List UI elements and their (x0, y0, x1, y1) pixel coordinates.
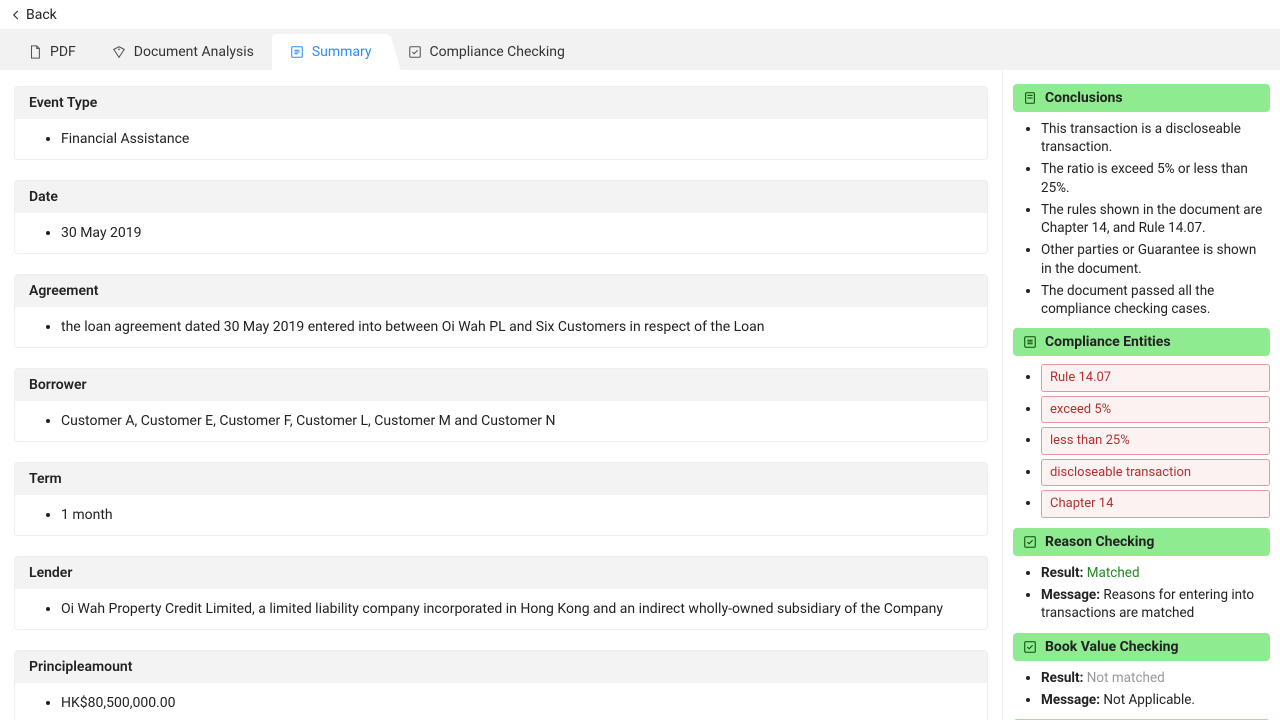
entity-item: discloseable transaction (1041, 459, 1270, 487)
tab-document-analysis[interactable]: Document Analysis (94, 34, 272, 70)
entities-header: Compliance Entities (1013, 328, 1270, 356)
result-value: Matched (1087, 565, 1140, 581)
summary-main: Event Type Financial Assistance Date 30 May… (0, 70, 1002, 720)
tab-label: Compliance Checking (430, 44, 565, 60)
message-label: Message: (1041, 692, 1100, 708)
tab-summary[interactable]: Summary (272, 34, 390, 70)
entity-badge[interactable]: Rule 14.07 (1041, 364, 1270, 392)
summary-card-title: Lender (15, 557, 987, 589)
check-square-icon (1023, 640, 1037, 654)
summary-card: Principleamount HK$80,500,000.00 (14, 650, 988, 720)
summary-card: Event Type Financial Assistance (14, 86, 988, 160)
conclusions-header: Conclusions (1013, 84, 1270, 112)
result-label: Result: (1041, 670, 1083, 686)
tab-label: PDF (50, 44, 76, 60)
back-label: Back (26, 7, 57, 23)
summary-card-title: Date (15, 181, 987, 213)
conclusion-item: This transaction is a discloseable trans… (1041, 120, 1270, 156)
list-icon (1023, 335, 1037, 349)
summary-item: 30 May 2019 (61, 223, 973, 243)
summary-card-title: Term (15, 463, 987, 495)
check-list: Result: Matched Message: Reasons for ente… (1013, 564, 1270, 623)
summary-item: Financial Assistance (61, 129, 973, 149)
conclusion-item: The document passed all the compliance c… (1041, 282, 1270, 318)
check-header: Reason Checking (1013, 528, 1270, 556)
summary-item: the loan agreement dated 30 May 2019 ent… (61, 317, 973, 337)
side-panel: Conclusions This transaction is a disclo… (1002, 70, 1280, 720)
check-title: Reason Checking (1045, 534, 1154, 550)
back-button[interactable]: Back (10, 7, 57, 23)
tab-label: Summary (312, 44, 372, 60)
summary-card: Agreement the loan agreement dated 30 May… (14, 274, 988, 348)
tab-pdf[interactable]: PDF (10, 34, 94, 70)
entity-item: exceed 5% (1041, 396, 1270, 424)
check-result: Result: Matched (1041, 564, 1270, 582)
summary-card: Term 1 month (14, 462, 988, 536)
entity-badge[interactable]: Chapter 14 (1041, 490, 1270, 518)
check-title: Book Value Checking (1045, 639, 1179, 655)
summary-card: Lender Oi Wah Property Credit Limited, a … (14, 556, 988, 630)
conclusion-item: The rules shown in the document are Chap… (1041, 201, 1270, 237)
tab-label: Document Analysis (134, 44, 254, 60)
check-result: Result: Not matched (1041, 669, 1270, 687)
summary-card-title: Agreement (15, 275, 987, 307)
conclusion-item: The ratio is exceed 5% or less than 25%. (1041, 160, 1270, 196)
file-icon (1023, 91, 1037, 105)
check-message: Message: Not Applicable. (1041, 691, 1270, 709)
tab-bar: PDF Document Analysis Summary Compliance… (0, 30, 1280, 70)
summary-item: Oi Wah Property Credit Limited, a limite… (61, 599, 973, 619)
entity-item: Chapter 14 (1041, 490, 1270, 518)
summary-item: Customer A, Customer E, Customer F, Cust… (61, 411, 973, 431)
list-icon (290, 45, 304, 59)
message-value: Not Applicable. (1103, 692, 1195, 708)
check-list: Result: Not matched Message: Not Applicab… (1013, 669, 1270, 709)
entities-list: Rule 14.07 exceed 5% less than 25% disclose… (1013, 364, 1270, 518)
entity-badge[interactable]: less than 25% (1041, 427, 1270, 455)
conclusions-title: Conclusions (1045, 90, 1123, 106)
conclusion-item: Other parties or Guarantee is shown in t… (1041, 241, 1270, 277)
summary-card-title: Event Type (15, 87, 987, 119)
check-square-icon (408, 45, 422, 59)
summary-item: 1 month (61, 505, 973, 525)
summary-card-title: Borrower (15, 369, 987, 401)
check-header: Book Value Checking (1013, 633, 1270, 661)
entity-badge[interactable]: discloseable transaction (1041, 459, 1270, 487)
entity-item: less than 25% (1041, 427, 1270, 455)
tag-icon (112, 45, 126, 59)
entity-item: Rule 14.07 (1041, 364, 1270, 392)
check-message: Message: Reasons for entering into trans… (1041, 586, 1270, 622)
summary-card-title: Principleamount (15, 651, 987, 683)
result-value: Not matched (1087, 670, 1165, 686)
summary-item: HK$80,500,000.00 (61, 693, 973, 713)
result-label: Result: (1041, 565, 1083, 581)
message-label: Message: (1041, 587, 1100, 603)
entities-title: Compliance Entities (1045, 334, 1171, 350)
file-icon (28, 45, 42, 59)
chevron-left-icon (10, 9, 22, 21)
summary-card: Borrower Customer A, Customer E, Customer… (14, 368, 988, 442)
conclusions-list: This transaction is a discloseable trans… (1013, 120, 1270, 318)
tab-compliance-checking[interactable]: Compliance Checking (390, 34, 583, 70)
check-square-icon (1023, 535, 1037, 549)
summary-card: Date 30 May 2019 (14, 180, 988, 254)
entity-badge[interactable]: exceed 5% (1041, 396, 1270, 424)
